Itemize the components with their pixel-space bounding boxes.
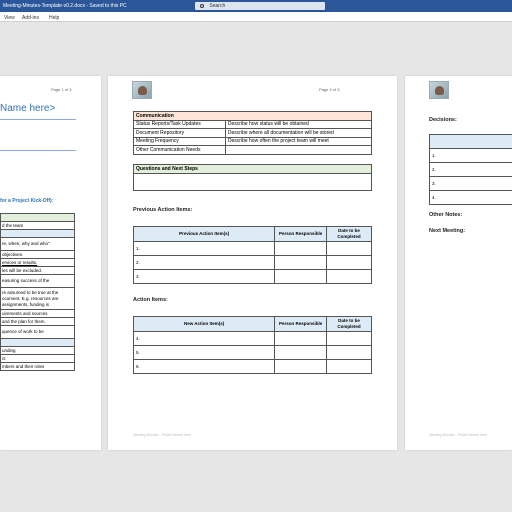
table-header-cell: Person Responsible: [274, 226, 328, 242]
tab-view[interactable]: View: [4, 15, 15, 21]
table-cell[interactable]: 6.: [132, 359, 276, 374]
table-header-cell: Person Responsible: [274, 316, 328, 332]
questions-table: Questions and Next Steps: [133, 164, 372, 191]
table-cell: re, when, why and who": [0, 237, 75, 251]
table-cell[interactable]: 5.: [132, 345, 276, 360]
next-meeting-label: Next Meeting:: [429, 228, 466, 234]
tab-add-ins[interactable]: Add-ins: [22, 15, 39, 21]
company-logo: [429, 81, 449, 99]
table-cell[interactable]: [326, 241, 372, 256]
table-cell-text: ervices or results.: [2, 259, 38, 265]
table-header-cell: [0, 213, 75, 222]
table-cell[interactable]: [274, 241, 328, 256]
table-header-cell: New Action Item(s): [132, 316, 276, 332]
search-icon: [200, 3, 204, 8]
table-cell: Describe where all documentation will be…: [224, 128, 373, 138]
document-page-2: Page 2 of 3 Communication Status Reports…: [108, 76, 397, 450]
table-cell: ct: [0, 354, 75, 363]
table-cell[interactable]: [274, 255, 328, 270]
table-cell: unding: [0, 346, 75, 355]
agenda-table: d the team re, when, why and who" object…: [0, 213, 75, 371]
table-cell: and the plan for them.: [0, 317, 75, 326]
table-cell[interactable]: [274, 359, 328, 374]
table-header-cell: Communication: [133, 111, 372, 121]
communication-table: Communication Status Reports/Task Update…: [133, 111, 373, 155]
search-box[interactable]: Search: [195, 2, 325, 10]
page-number: Page 1 of 3: [51, 87, 72, 92]
decisions-table: 1. 2. 3. 4.: [429, 134, 512, 205]
divider: [0, 119, 76, 120]
table-cell[interactable]: 1.: [429, 148, 512, 163]
table-cell: Document Repository: [133, 128, 226, 138]
table-cell: les will be excluded.: [0, 266, 75, 275]
table-cell[interactable]: 3.: [132, 269, 276, 284]
table-cell[interactable]: [274, 331, 328, 346]
table-cell: ervices or results.: [0, 258, 75, 267]
table-cell: Describe how often the project team will…: [224, 136, 373, 146]
search-placeholder: Search: [209, 3, 226, 9]
table-header-cell: Questions and Next Steps: [133, 164, 372, 174]
table-cell: uirements and sources: [0, 309, 75, 318]
action-items-table: New Action Item(s) Person Responsible Da…: [132, 316, 372, 374]
table-cell[interactable]: [326, 345, 372, 360]
project-name-title: Name here>: [0, 103, 56, 114]
table-cell: objectives.: [0, 250, 75, 259]
ribbon-tabs: View Add-ins Help: [0, 12, 512, 22]
table-cell: easuring success of the: [0, 274, 75, 288]
tab-help[interactable]: Help: [49, 15, 59, 21]
table-cell[interactable]: [326, 269, 372, 284]
page-number: Page 2 of 3: [319, 87, 340, 92]
other-notes-label: Other Notes:: [429, 212, 463, 218]
document-title: Meeting-Minutes-Template-v0.2.docx - Sav…: [3, 3, 127, 9]
table-cell[interactable]: [133, 173, 372, 191]
table-cell: Meeting Frequency: [133, 136, 226, 146]
table-cell: [224, 145, 373, 155]
table-cell: Other Communication Needs: [133, 145, 226, 155]
decisions-label: Decisions:: [429, 117, 457, 123]
table-cell: Status Reports/Task Updates: [133, 119, 226, 129]
action-items-label: Action Items:: [133, 297, 168, 303]
table-cell[interactable]: [274, 345, 328, 360]
table-cell[interactable]: [326, 255, 372, 270]
document-page-1: Page 1 of 3 Name here> for a Project Kic…: [0, 76, 101, 450]
table-cell: d the team: [0, 221, 75, 230]
table-cell[interactable]: 2.: [132, 255, 276, 270]
table-cell: mbers and their roles: [0, 362, 75, 371]
table-cell[interactable]: [326, 359, 372, 374]
page-footer: Meeting Minutes - Project Name here: [429, 433, 487, 437]
table-header-cell: Date to be Completed: [326, 316, 372, 332]
table-cell[interactable]: 3.: [429, 176, 512, 191]
table-cell[interactable]: 4.: [132, 331, 276, 346]
previous-action-items-label: Previous Action Items:: [133, 207, 193, 213]
section-subheading: for a Project Kick-Off):: [0, 198, 54, 204]
previous-action-items-table: Previous Action Item(s) Person Responsib…: [132, 226, 372, 284]
company-logo: [132, 81, 152, 99]
table-cell[interactable]: [274, 269, 328, 284]
table-cell[interactable]: 4.: [429, 190, 512, 205]
table-cell: Describe how status will be obtained: [224, 119, 373, 129]
table-cell[interactable]: 2.: [429, 162, 512, 177]
page-footer: Meeting Minutes - Project Name here: [133, 433, 191, 437]
table-cell: quence of work to be: [0, 325, 75, 339]
title-bar: Meeting-Minutes-Template-v0.2.docx - Sav…: [0, 0, 512, 12]
table-cell[interactable]: [326, 331, 372, 346]
divider: [0, 150, 76, 151]
table-header-cell: Previous Action Item(s): [132, 226, 276, 242]
table-header-cell: [0, 229, 75, 238]
table-cell[interactable]: 1.: [132, 241, 276, 256]
document-page-3: Decisions: 1. 2. 3. 4. Other Notes: Next…: [405, 76, 512, 450]
table-header-cell: Date to be Completed: [326, 226, 372, 242]
table-cell: re assumed to be true at the ocument. E.…: [0, 287, 75, 310]
table-header-cell: [429, 134, 512, 149]
table-header-cell: [0, 338, 75, 347]
